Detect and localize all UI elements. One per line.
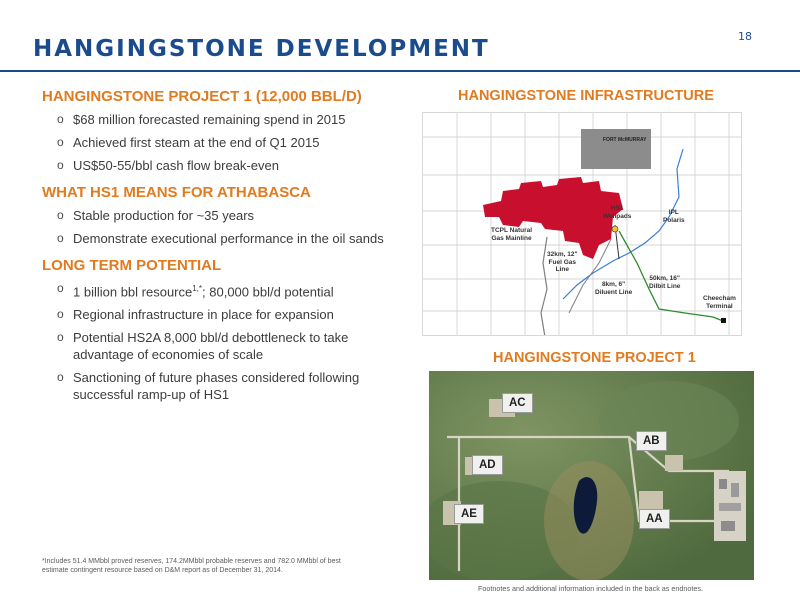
list-item: o Stable production for ~35 years xyxy=(57,208,255,223)
list-item: o1 billion bbl resource1,*; 80,000 bbl/d… xyxy=(57,281,334,300)
map-label-fuel-gas: 32km, 12" Fuel Gas Line xyxy=(547,251,578,273)
footnote-marker: 1,* xyxy=(192,284,203,293)
bullet-icon: o xyxy=(57,158,64,172)
left-column: HANGINGSTONE PROJECT 1 (12,000 BBL/D) o $… xyxy=(42,88,397,413)
list-item: o Regional infrastructure in place for ex… xyxy=(57,307,334,323)
pad-label-ad: AD xyxy=(472,455,503,475)
map-label-dilbit: 50km, 16" Dilbit Line xyxy=(649,275,681,290)
bullet-icon: o xyxy=(57,370,64,385)
cheecham-terminal-marker xyxy=(721,318,726,323)
map-graphic xyxy=(423,113,741,335)
map-label-ipl: IPL Polaris xyxy=(663,209,685,224)
bullet-icon: o xyxy=(57,231,64,245)
bullet-icon: o xyxy=(57,281,64,295)
map-label-cheecham: Cheecham Terminal xyxy=(703,295,736,310)
list-item: o Sanctioning of future phases considered… xyxy=(57,370,360,403)
project-aerial-image: AC AB AD AE AA xyxy=(429,371,754,580)
bullet-icon: o xyxy=(57,208,64,222)
title-divider xyxy=(0,70,800,72)
bullet-list-long-term: o1 billion bbl resource1,*; 80,000 bbl/d… xyxy=(42,280,397,403)
list-item: o Achieved first steam at the end of Q1 2… xyxy=(57,135,320,150)
list-item: o Potential HS2A 8,000 bbl/d debottleneck… xyxy=(57,330,349,363)
bullet-icon: o xyxy=(57,135,64,149)
map-label-fort-mcmurray: FORT McMURRAY xyxy=(603,137,647,143)
page-title: HANGINGSTONE DEVELOPMENT xyxy=(33,36,490,62)
bullet-list-hs1: o $68 million forecasted remaining spend … xyxy=(42,111,397,174)
list-item: o Demonstrate executional performance in … xyxy=(57,231,384,246)
list-item: o $68 million forecasted remaining spend … xyxy=(57,112,346,127)
pad-label-ac: AC xyxy=(502,393,533,413)
footnote-endnotes: Footnotes and additional information inc… xyxy=(478,584,703,593)
bullet-icon: o xyxy=(57,330,64,345)
map-label-hs1: HS1 Wellpads xyxy=(603,205,632,220)
aerial-graphic xyxy=(429,371,754,580)
map-label-tcpl: TCPL Natural Gas Mainline xyxy=(491,227,533,242)
project-heading: HANGINGSTONE PROJECT 1 xyxy=(493,350,696,366)
page-number: 18 xyxy=(738,30,752,43)
section-heading-hs1: HANGINGSTONE PROJECT 1 (12,000 BBL/D) xyxy=(42,88,362,105)
pad-label-ae: AE xyxy=(454,504,484,524)
wellpad-ab xyxy=(665,455,683,471)
pad-label-aa: AA xyxy=(639,509,670,529)
hs1-marker xyxy=(611,225,619,233)
list-item: o US$50-55/bbl cash flow break-even xyxy=(57,158,279,173)
bullet-icon: o xyxy=(57,307,64,322)
pad-label-ab: AB xyxy=(636,431,667,451)
wellpad-aa xyxy=(639,491,663,509)
infrastructure-map: FORT McMURRAY HS1 Wellpads IPL Polaris TCP… xyxy=(422,112,742,336)
section-heading-long-term: LONG TERM POTENTIAL xyxy=(42,257,222,274)
fort-mcmurray-area xyxy=(581,129,651,169)
bullet-list-athabasca: o Stable production for ~35 years o Demons… xyxy=(42,207,397,247)
infrastructure-heading: HANGINGSTONE INFRASTRUCTURE xyxy=(458,88,714,104)
bullet-icon: o xyxy=(57,112,64,126)
map-label-diluent: 8km, 6" Diluent Line xyxy=(595,281,633,296)
hangingstone-lease xyxy=(483,177,623,259)
section-heading-athabasca: WHAT HS1 MEANS FOR ATHABASCA xyxy=(42,184,311,201)
footnote-reserves: *Includes 51.4 MMbbl proved reserves, 17… xyxy=(42,558,341,574)
